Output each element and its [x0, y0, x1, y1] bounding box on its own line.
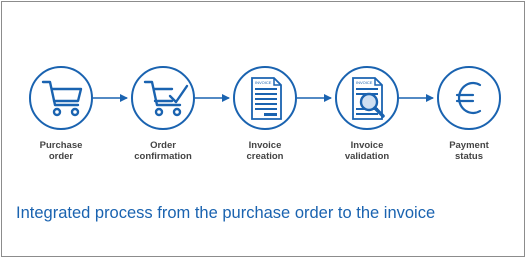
- diagram-caption: Integrated process from the purchase ord…: [16, 204, 436, 222]
- invoice-header-text: INVOICE: [255, 80, 272, 85]
- cart-check-icon: [143, 80, 189, 117]
- step-payment-status: [437, 66, 501, 130]
- step-order-confirmation: [131, 66, 195, 130]
- step-label-payment-status: Payment status: [419, 140, 519, 162]
- diagram-frame: INVOICE INVOICE Purchase order Order con…: [1, 1, 525, 257]
- step-label-line1: Invoice: [350, 140, 384, 151]
- step-label-line2: validation: [344, 151, 390, 162]
- step-label-order-confirmation: Order confirmation: [113, 140, 213, 162]
- step-label-line1: Order: [150, 140, 176, 151]
- step-invoice-validation: INVOICE: [335, 66, 399, 130]
- step-label-line2: creation: [246, 151, 284, 162]
- step-label-line1: Purchase: [39, 140, 83, 151]
- step-invoice-creation: INVOICE: [233, 66, 297, 130]
- euro-icon: [455, 81, 482, 115]
- process-flow: INVOICE INVOICE: [29, 66, 501, 130]
- step-label-line1: Payment: [449, 140, 489, 151]
- step-label-purchase-order: Purchase order: [11, 140, 111, 162]
- step-label-invoice-creation: Invoice creation: [215, 140, 315, 162]
- invoice-header-text: INVOICE: [356, 80, 373, 85]
- step-label-line2: status: [455, 151, 483, 162]
- step-label-line1: Invoice: [248, 140, 282, 151]
- shopping-cart-icon: [41, 80, 83, 117]
- step-label-invoice-validation: Invoice validation: [317, 140, 417, 162]
- invoice-magnifier-icon: INVOICE: [352, 77, 385, 120]
- step-label-line2: order: [48, 151, 74, 162]
- step-label-line2: confirmation: [134, 151, 192, 162]
- invoice-document-icon: INVOICE: [251, 77, 282, 120]
- step-purchase-order: [29, 66, 93, 130]
